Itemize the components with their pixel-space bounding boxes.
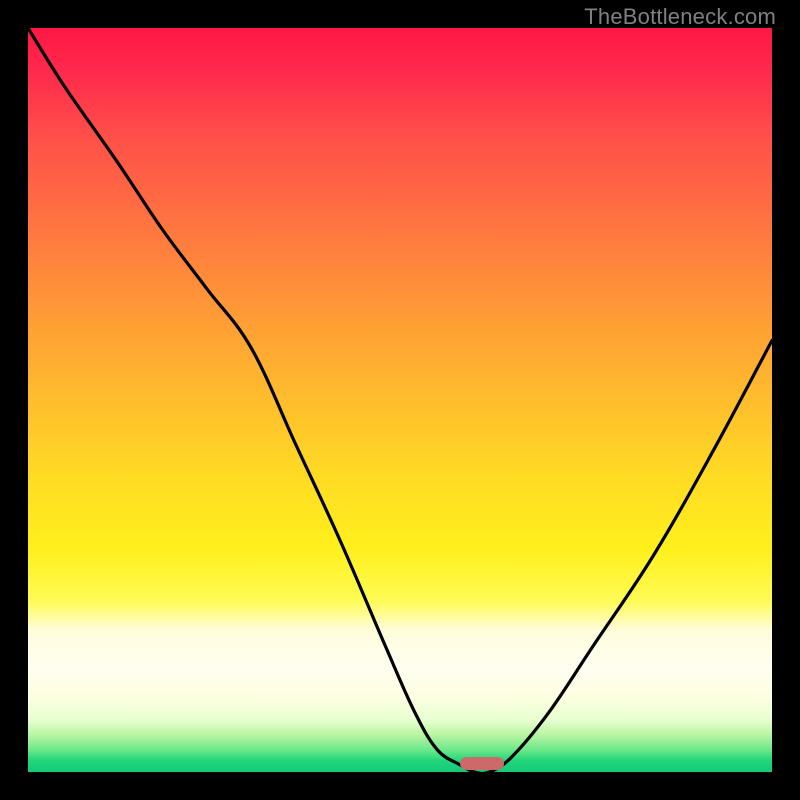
- curve-layer: [28, 28, 772, 772]
- chart-frame: TheBottleneck.com: [0, 0, 800, 800]
- watermark-text: TheBottleneck.com: [584, 4, 776, 30]
- bottleneck-curve: [28, 28, 772, 772]
- optimal-range-marker: [460, 757, 505, 770]
- plot-area: [28, 28, 772, 772]
